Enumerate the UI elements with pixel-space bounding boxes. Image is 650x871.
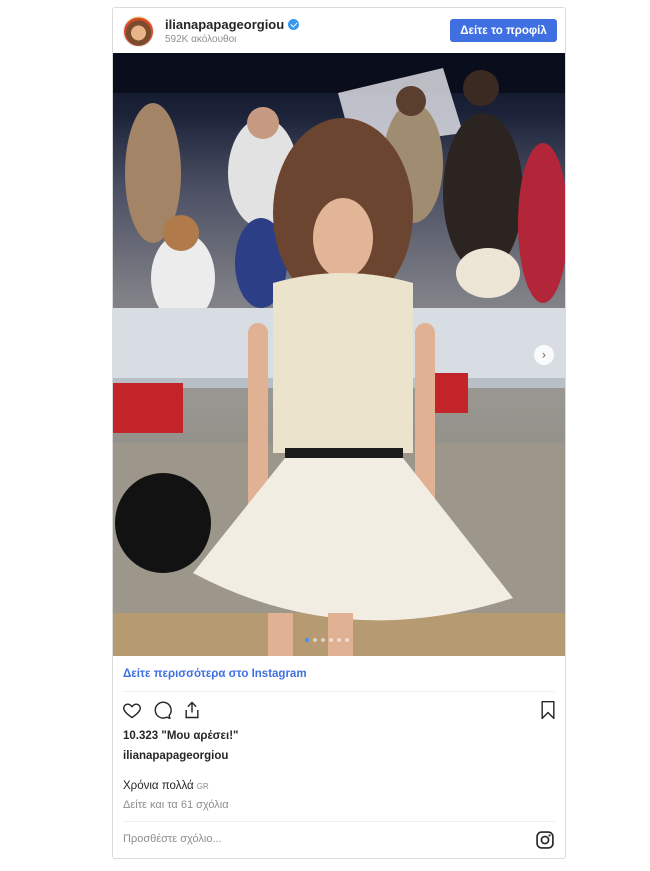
- comment-button[interactable]: [151, 699, 173, 721]
- see-more-link[interactable]: Δείτε περισσότερα στο Instagram: [123, 668, 307, 680]
- next-photo-button[interactable]: ›: [534, 345, 554, 365]
- carousel-dot: [329, 638, 333, 642]
- like-count[interactable]: 10.323 "Μου αρέσει!": [123, 730, 239, 742]
- instagram-logo-icon[interactable]: [535, 830, 555, 850]
- carousel-dot: [305, 638, 309, 642]
- carousel-dot: [321, 638, 325, 642]
- caption-text: Χρόνια πολλά GR: [123, 780, 209, 792]
- username-row: ilianapapageorgiou: [165, 17, 300, 32]
- carousel-indicator: [305, 638, 349, 642]
- post-header: ilianapapageorgiou 592K ακόλουθοι Δείτε …: [113, 8, 565, 52]
- comment-icon: [154, 701, 172, 720]
- caption-username[interactable]: ilianapapageorgiou: [123, 750, 228, 762]
- view-profile-button[interactable]: Δείτε το προφίλ: [450, 19, 557, 42]
- bookmark-icon: [541, 700, 555, 720]
- share-button[interactable]: [181, 699, 203, 721]
- heart-icon: [123, 703, 141, 719]
- username-link[interactable]: ilianapapageorgiou: [165, 17, 284, 32]
- divider: [123, 821, 555, 822]
- save-button[interactable]: [537, 699, 559, 721]
- carousel-dot: [337, 638, 341, 642]
- follower-count: 592K ακόλουθοι: [165, 34, 237, 45]
- photo-illustration: [113, 53, 565, 656]
- share-icon: [185, 701, 199, 719]
- like-button[interactable]: [121, 699, 143, 721]
- caption-body: Χρόνια πολλά: [123, 780, 194, 792]
- view-all-comments-link[interactable]: Δείτε και τα 61 σχόλια: [123, 799, 229, 811]
- carousel-dot: [345, 638, 349, 642]
- verified-icon: [288, 19, 300, 30]
- post-photo[interactable]: ›: [113, 53, 565, 656]
- flag-label: GR: [196, 782, 209, 791]
- divider: [123, 691, 555, 692]
- avatar[interactable]: [123, 16, 154, 47]
- instagram-icon: [536, 831, 554, 849]
- carousel-dot: [313, 638, 317, 642]
- instagram-embed-card: ilianapapageorgiou 592K ακόλουθοι Δείτε …: [112, 7, 566, 859]
- add-comment-field[interactable]: [123, 833, 523, 845]
